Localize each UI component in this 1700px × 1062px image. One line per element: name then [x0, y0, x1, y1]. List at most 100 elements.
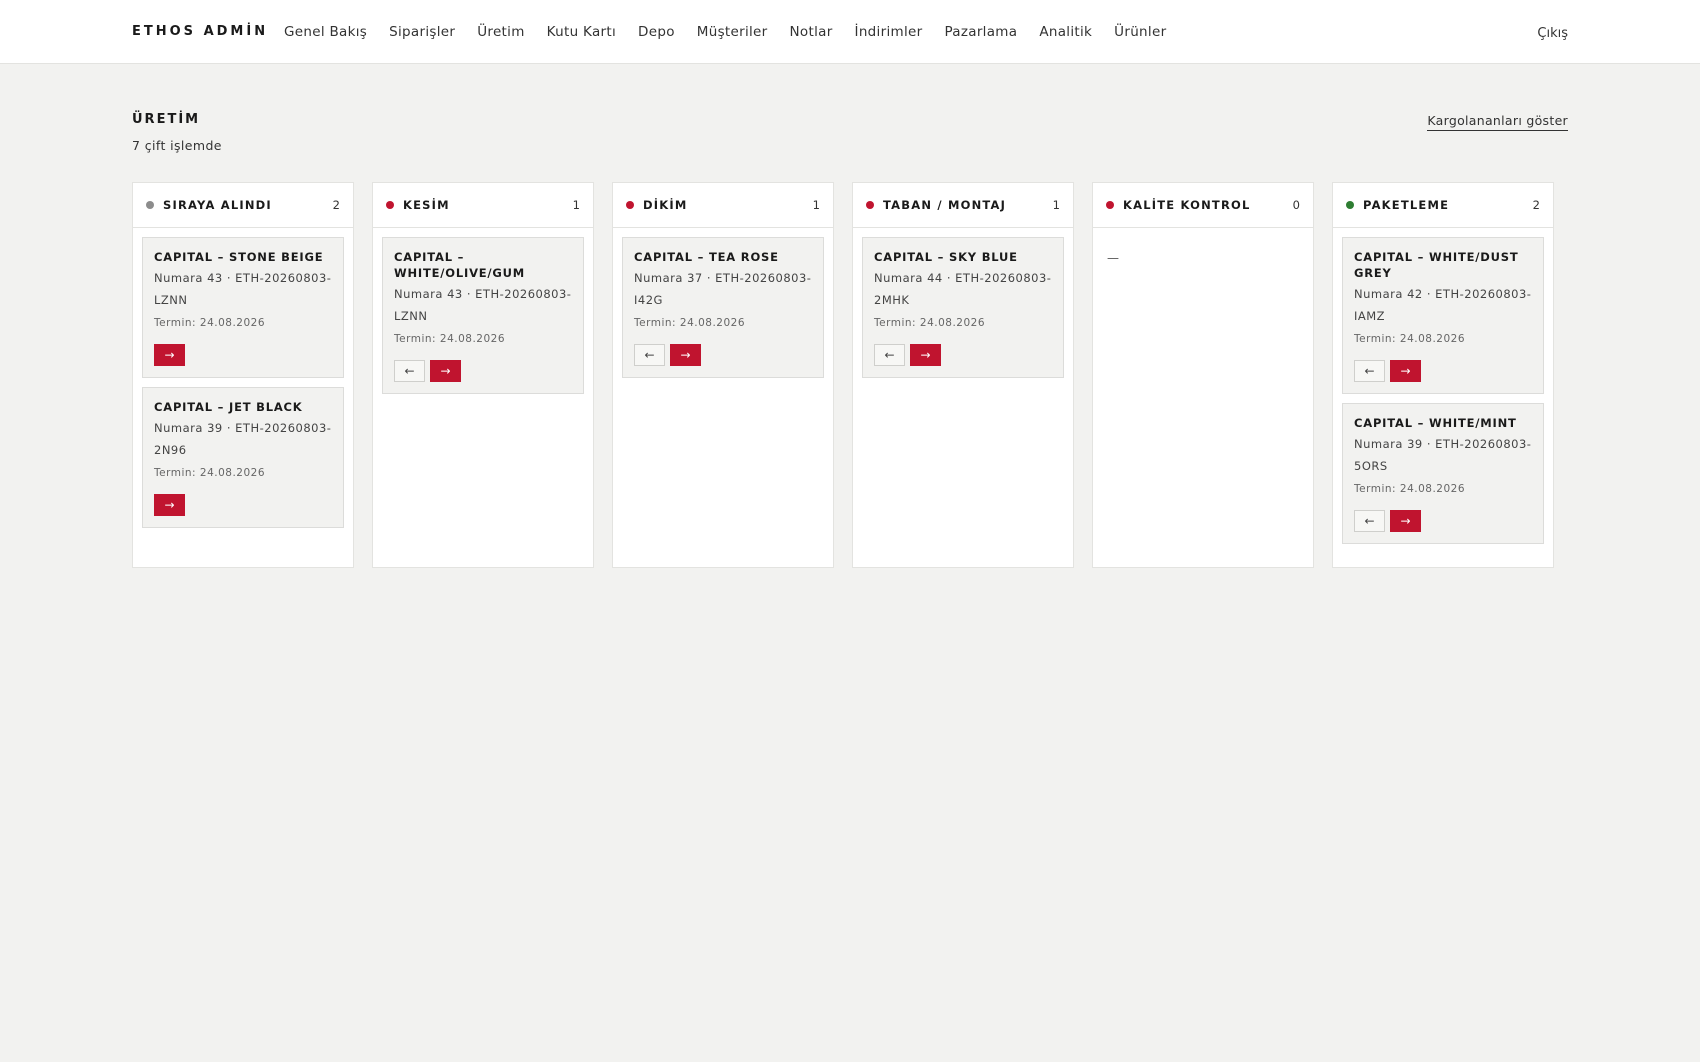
- status-dot-icon: [386, 201, 394, 209]
- arrow-right-icon: →: [1400, 514, 1411, 528]
- move-forward-button[interactable]: →: [910, 344, 941, 366]
- arrow-left-icon: ←: [1364, 364, 1375, 378]
- column-body: CAPITAL – TEA ROSE Numara 37 · ETH-202608…: [613, 228, 833, 396]
- move-back-button[interactable]: ←: [874, 344, 905, 366]
- nav-item-urunler[interactable]: Ürünler: [1114, 24, 1166, 40]
- move-forward-button[interactable]: →: [670, 344, 701, 366]
- column-packaging: PAKETLEME 2 CAPITAL – WHITE/DUST GREY Numar…: [1332, 182, 1554, 568]
- move-forward-button[interactable]: →: [1390, 510, 1421, 532]
- column-sole-assembly: TABAN / MONTAJ 1 CAPITAL – SKY BLUE Numara …: [852, 182, 1074, 568]
- logout-link[interactable]: Çıkış: [1537, 26, 1568, 41]
- card-due-date: Termin: 24.08.2026: [154, 317, 266, 329]
- column-header: DİKİM 1: [613, 183, 833, 228]
- column-quality-control: KALİTE KONTROL 0 —: [1092, 182, 1314, 568]
- column-body: CAPITAL – SKY BLUE Numara 44 · ETH-202608…: [853, 228, 1073, 396]
- nav-item-uretim[interactable]: Üretim: [477, 24, 524, 40]
- column-body: —: [1093, 228, 1313, 288]
- card-due-date: Termin: 24.08.2026: [634, 317, 746, 329]
- card-actions: →: [154, 344, 332, 366]
- column-count: 2: [1532, 198, 1540, 212]
- card-due-date: Termin: 24.08.2026: [154, 467, 266, 479]
- order-card[interactable]: CAPITAL – JET BLACK Numara 39 · ETH-20260…: [142, 387, 344, 528]
- card-meta: Numara 43 · ETH-20260803-LZNN: [394, 287, 572, 323]
- status-dot-icon: [866, 201, 874, 209]
- page-subtitle: 7 çift işlemde: [132, 138, 222, 153]
- card-title: CAPITAL – STONE BEIGE: [154, 250, 324, 264]
- card-due-date: Termin: 24.08.2026: [1354, 483, 1466, 495]
- column-body: CAPITAL – WHITE/DUST GREY Numara 42 · ETH…: [1333, 228, 1553, 562]
- column-count: 1: [572, 198, 580, 212]
- nav-item-kutu-karti[interactable]: Kutu Kartı: [547, 24, 616, 40]
- production-board: SIRAYA ALINDI 2 CAPITAL – STONE BEIGE Numar…: [132, 182, 1572, 568]
- card-actions: ← →: [634, 344, 812, 366]
- column-cutting: KESİM 1 CAPITAL – WHITE/OLIVE/GUM Numara 43…: [372, 182, 594, 568]
- column-header: KALİTE KONTROL 0: [1093, 183, 1313, 228]
- move-back-button[interactable]: ←: [1354, 510, 1385, 532]
- status-dot-icon: [626, 201, 634, 209]
- status-dot-icon: [1106, 201, 1114, 209]
- move-forward-button[interactable]: →: [430, 360, 461, 382]
- column-count: 0: [1292, 198, 1300, 212]
- column-queued: SIRAYA ALINDI 2 CAPITAL – STONE BEIGE Numar…: [132, 182, 354, 568]
- card-due-date: Termin: 24.08.2026: [1354, 333, 1466, 345]
- card-title: CAPITAL – JET BLACK: [154, 400, 303, 414]
- order-card[interactable]: CAPITAL – TEA ROSE Numara 37 · ETH-202608…: [622, 237, 824, 378]
- column-sewing: DİKİM 1 CAPITAL – TEA ROSE Numara 37 · ETH-…: [612, 182, 834, 568]
- column-body: CAPITAL – WHITE/OLIVE/GUM Numara 43 · ETH…: [373, 228, 593, 412]
- order-card[interactable]: CAPITAL – WHITE/OLIVE/GUM Numara 43 · ETH…: [382, 237, 584, 394]
- card-title: CAPITAL – WHITE/DUST GREY: [1354, 250, 1519, 280]
- arrow-left-icon: ←: [884, 348, 895, 362]
- nav-item-indirimler[interactable]: İndirimler: [855, 24, 923, 40]
- move-back-button[interactable]: ←: [634, 344, 665, 366]
- move-back-button[interactable]: ←: [1354, 360, 1385, 382]
- nav-item-depo[interactable]: Depo: [638, 24, 675, 40]
- nav-item-notlar[interactable]: Notlar: [790, 24, 833, 40]
- arrow-right-icon: →: [164, 498, 175, 512]
- order-card[interactable]: CAPITAL – WHITE/DUST GREY Numara 42 · ETH…: [1342, 237, 1544, 394]
- column-header: PAKETLEME 2: [1333, 183, 1553, 228]
- column-title: KESİM: [403, 198, 450, 212]
- column-title: TABAN / MONTAJ: [883, 198, 1007, 212]
- status-dot-icon: [1346, 201, 1354, 209]
- column-count: 1: [1052, 198, 1060, 212]
- top-navigation-bar: ETHOS ADMİN Genel Bakış Siparişler Üreti…: [0, 0, 1700, 64]
- card-actions: ← →: [1354, 360, 1532, 382]
- card-actions: ← →: [394, 360, 572, 382]
- nav-item-genel-bakis[interactable]: Genel Bakış: [284, 24, 367, 40]
- move-forward-button[interactable]: →: [154, 494, 185, 516]
- card-title: CAPITAL – WHITE/MINT: [1354, 416, 1517, 430]
- show-shipped-link[interactable]: Kargolananları göster: [1427, 113, 1568, 131]
- arrow-left-icon: ←: [644, 348, 655, 362]
- order-card[interactable]: CAPITAL – STONE BEIGE Numara 43 · ETH-202…: [142, 237, 344, 378]
- column-title: KALİTE KONTROL: [1123, 198, 1251, 212]
- column-header: TABAN / MONTAJ 1: [853, 183, 1073, 228]
- arrow-right-icon: →: [164, 348, 175, 362]
- order-card[interactable]: CAPITAL – WHITE/MINT Numara 39 · ETH-2026…: [1342, 403, 1544, 544]
- card-meta: Numara 37 · ETH-20260803-I42G: [634, 271, 812, 307]
- card-actions: ← →: [874, 344, 1052, 366]
- card-due-date: Termin: 24.08.2026: [394, 333, 506, 345]
- column-body: CAPITAL – STONE BEIGE Numara 43 · ETH-202…: [133, 228, 353, 546]
- card-title: CAPITAL – TEA ROSE: [634, 250, 779, 264]
- column-title: SIRAYA ALINDI: [163, 198, 272, 212]
- column-header: SIRAYA ALINDI 2: [133, 183, 353, 228]
- nav-item-pazarlama[interactable]: Pazarlama: [944, 24, 1017, 40]
- main-nav: Genel Bakış Siparişler Üretim Kutu Kartı…: [284, 24, 1188, 40]
- card-meta: Numara 42 · ETH-20260803-IAMZ: [1354, 287, 1532, 323]
- page-title: ÜRETİM: [132, 112, 201, 127]
- nav-item-siparisler[interactable]: Siparişler: [389, 24, 455, 40]
- card-due-date: Termin: 24.08.2026: [874, 317, 986, 329]
- nav-item-musteriler[interactable]: Müşteriler: [697, 24, 768, 40]
- move-back-button[interactable]: ←: [394, 360, 425, 382]
- card-meta: Numara 39 · ETH-20260803-2N96: [154, 421, 332, 457]
- arrow-right-icon: →: [440, 364, 451, 378]
- empty-placeholder: —: [1107, 251, 1119, 265]
- order-card[interactable]: CAPITAL – SKY BLUE Numara 44 · ETH-202608…: [862, 237, 1064, 378]
- brand-logo[interactable]: ETHOS ADMİN: [132, 24, 268, 39]
- move-forward-button[interactable]: →: [1390, 360, 1421, 382]
- move-forward-button[interactable]: →: [154, 344, 185, 366]
- column-header: KESİM 1: [373, 183, 593, 228]
- status-dot-icon: [146, 201, 154, 209]
- nav-item-analitik[interactable]: Analitik: [1039, 24, 1092, 40]
- column-count: 1: [812, 198, 820, 212]
